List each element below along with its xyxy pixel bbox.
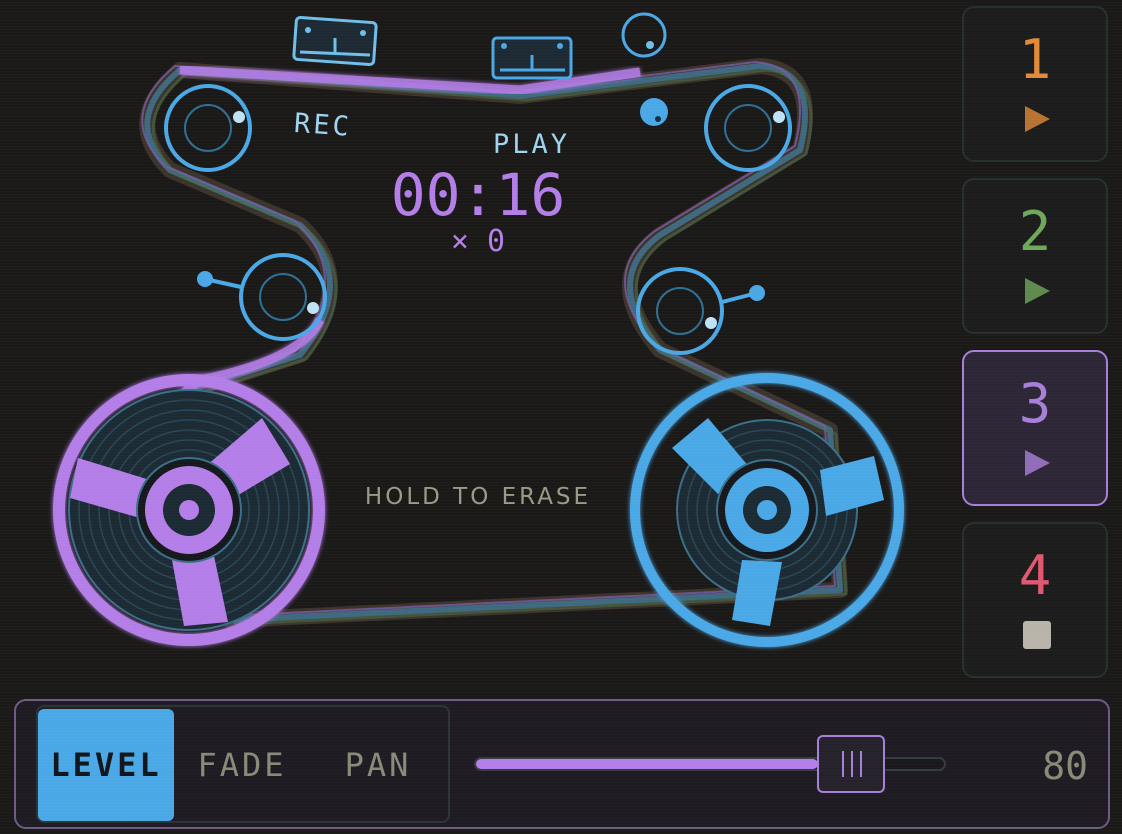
track-number: 2 [1018,200,1052,263]
record-head [292,16,378,66]
tab-level[interactable]: LEVEL [38,709,174,821]
loop-multiplier: × 0 [451,224,505,259]
rec-label: REC [293,108,353,143]
supply-reel[interactable] [53,374,325,646]
level-value: 80 [1042,744,1088,788]
time-display: 00:16 [391,161,566,229]
play-icon [1025,278,1050,304]
play-head [491,36,573,80]
parameter-controls: LEVEL FADE PAN 80 [14,699,1110,829]
tab-pan[interactable]: PAN [310,709,446,821]
tape-deck[interactable]: REC PLAY 00:16 × 0 HOLD TO ERASE [0,0,950,690]
play-label: PLAY [493,129,570,160]
track-button-4[interactable]: 4 [962,522,1108,678]
track-button-2[interactable]: 2 [962,178,1108,334]
parameter-tabs: LEVEL FADE PAN [36,705,450,823]
level-slider-fill [476,759,818,769]
tab-fade[interactable]: FADE [174,709,310,821]
play-icon [1025,106,1050,132]
erase-hint: HOLD TO ERASE [365,484,591,510]
stop-icon [1023,621,1051,649]
track-number: 4 [1018,544,1052,607]
takeup-reel[interactable] [630,373,904,647]
track-number: 3 [1018,372,1052,435]
tension-roller [621,12,667,58]
level-slider-handle[interactable] [816,735,885,793]
play-icon [1025,450,1050,476]
pinch-roller [640,98,668,126]
track-number: 1 [1018,28,1052,91]
track-button-3[interactable]: 3 [962,350,1108,506]
track-button-1[interactable]: 1 [962,6,1108,162]
